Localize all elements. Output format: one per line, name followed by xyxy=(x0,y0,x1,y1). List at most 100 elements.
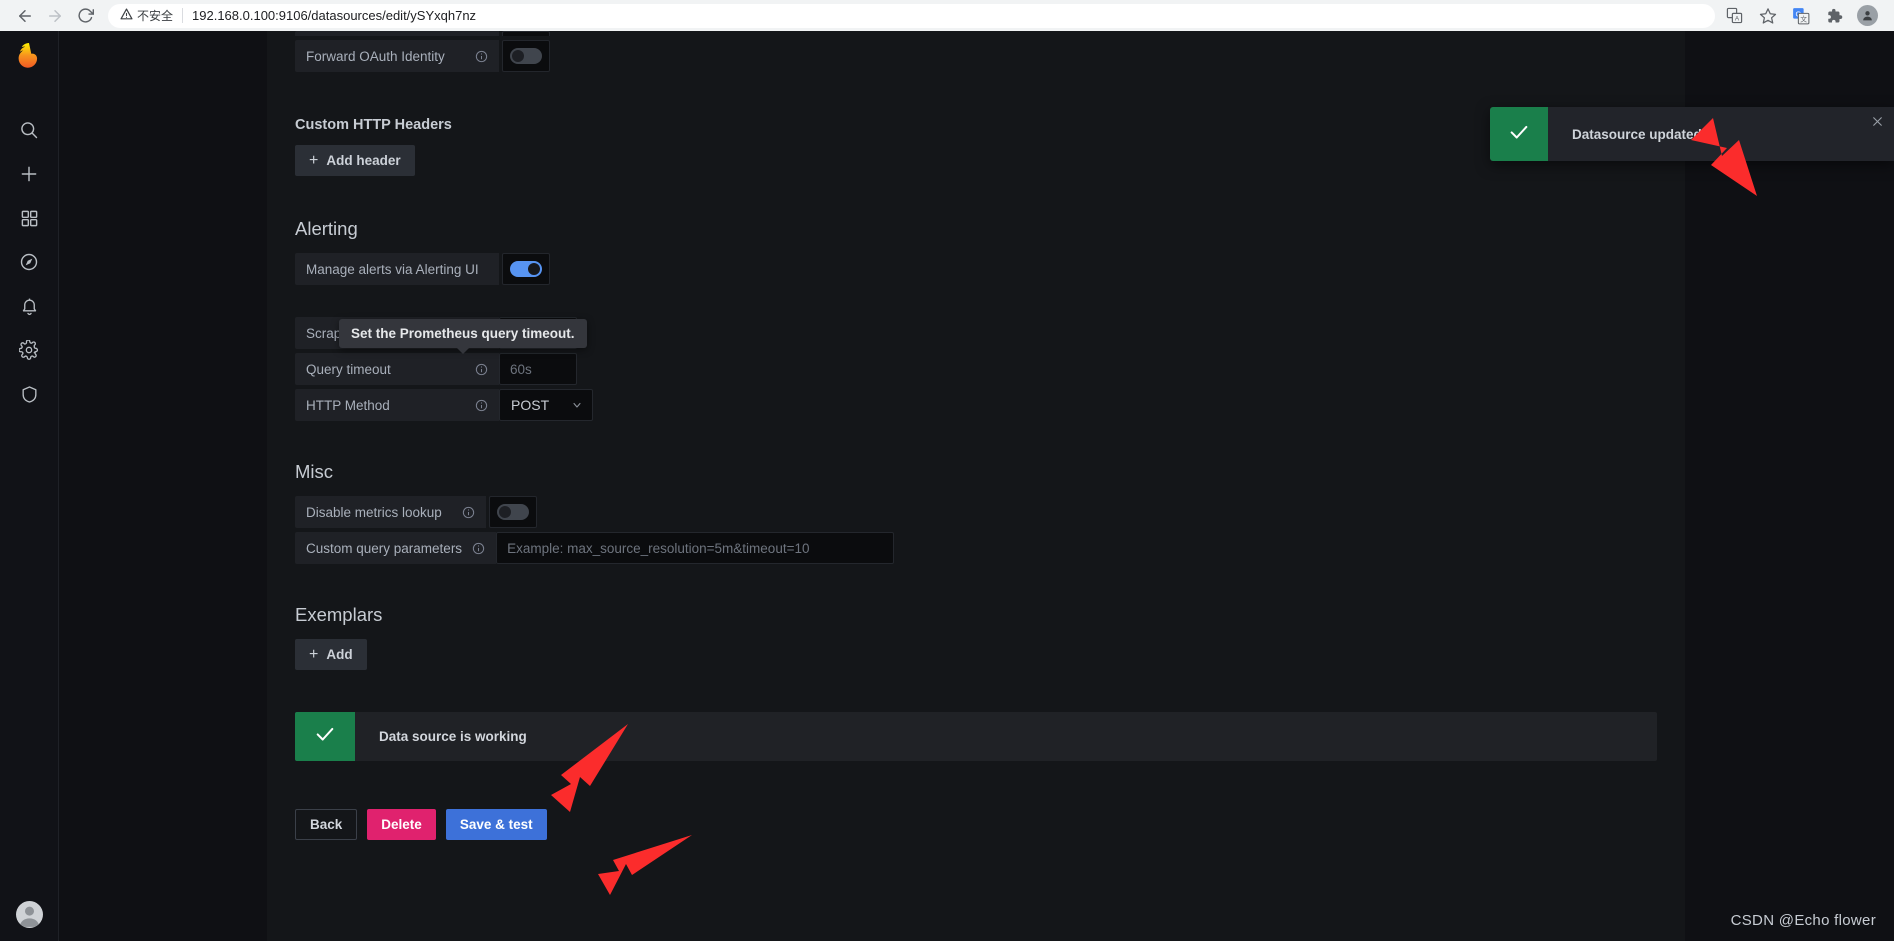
profile-avatar-icon[interactable] xyxy=(1857,5,1878,26)
check-icon xyxy=(314,723,336,750)
url-text[interactable]: 192.168.0.100:9106/datasources/edit/ySYx… xyxy=(192,8,476,23)
http-method-label: HTTP Method xyxy=(306,397,390,413)
grafana-logo-icon[interactable] xyxy=(15,43,43,78)
custom-query-parameters-label: Custom query parameters xyxy=(306,540,463,556)
user-avatar-icon[interactable] xyxy=(15,901,43,928)
toggle-switch-off xyxy=(510,48,542,64)
status-banner-text: Data source is working xyxy=(379,729,527,744)
sidebar-item-server-admin[interactable] xyxy=(0,372,59,416)
forward-oauth-label: Forward OAuth Identity xyxy=(306,48,445,64)
svg-text:A: A xyxy=(1735,15,1740,22)
custom-query-parameters-input[interactable]: Example: max_source_resolution=5m&timeou… xyxy=(496,532,895,564)
http-method-select[interactable]: POST xyxy=(499,389,593,421)
disable-metrics-lookup-label-cell: Disable metrics lookup xyxy=(295,496,486,528)
forward-arrow-icon xyxy=(46,7,64,25)
translate-page-icon[interactable]: A xyxy=(1725,6,1744,25)
sidebar xyxy=(0,31,59,941)
datasource-settings-panel: Forward OAuth Identity Custom HTTP Heade… xyxy=(267,31,1685,941)
manage-alerts-toggle[interactable] xyxy=(502,253,550,285)
reload-icon xyxy=(77,7,94,24)
sidebar-item-dashboards[interactable] xyxy=(0,196,59,240)
back-button[interactable] xyxy=(10,1,40,31)
add-header-button[interactable]: + Add header xyxy=(295,145,415,176)
info-icon[interactable] xyxy=(475,50,488,63)
check-icon xyxy=(1508,121,1530,148)
manage-alerts-row: Manage alerts via Alerting UI xyxy=(295,253,1657,285)
search-icon xyxy=(19,120,39,140)
custom-query-parameters-row: Custom query parameters Example: max_sou… xyxy=(295,532,1657,564)
toast-notification: Datasource updated xyxy=(1490,107,1894,161)
extensions-puzzle-icon[interactable] xyxy=(1824,6,1843,25)
http-method-row: HTTP Method POST xyxy=(295,389,1657,421)
security-warning[interactable]: 不安全 xyxy=(120,7,173,24)
manage-alerts-label: Manage alerts via Alerting UI xyxy=(306,261,479,277)
exemplars-heading: Exemplars xyxy=(295,604,383,625)
query-timeout-row: Query timeout 60s xyxy=(295,353,1657,385)
forward-oauth-label-cell: Forward OAuth Identity xyxy=(295,40,499,72)
omnibox-divider xyxy=(182,8,184,23)
google-translate-icon[interactable]: G文 xyxy=(1791,6,1810,25)
toast-success-icon-box xyxy=(1490,107,1548,161)
custom-http-headers-heading: Custom HTTP Headers xyxy=(295,117,452,133)
add-header-label: Add header xyxy=(326,153,401,168)
chevron-down-icon xyxy=(571,399,583,411)
disable-metrics-lookup-toggle[interactable] xyxy=(489,496,537,528)
sidebar-item-explore[interactable] xyxy=(0,240,59,284)
query-timeout-tooltip: Set the Prometheus query timeout. xyxy=(339,319,587,354)
grafana-app: Forward OAuth Identity Custom HTTP Heade… xyxy=(0,31,1894,941)
security-label: 不安全 xyxy=(137,9,174,23)
query-timeout-input[interactable]: 60s xyxy=(499,353,577,385)
browser-toolbar-icons: A G文 xyxy=(1725,5,1884,26)
toggle-knob xyxy=(528,263,540,275)
misc-section: Misc Disable metrics lookup Custom query… xyxy=(295,461,1657,564)
sidebar-item-create[interactable] xyxy=(0,152,59,196)
info-icon[interactable] xyxy=(475,399,488,412)
partial-field-row-top xyxy=(295,31,1657,36)
alerting-heading: Alerting xyxy=(295,218,358,239)
create-plus-icon xyxy=(19,164,39,184)
exemplars-section: Exemplars + Add xyxy=(295,604,1657,670)
dashboards-grid-icon xyxy=(20,209,39,228)
configuration-gear-icon xyxy=(19,340,39,360)
save-and-test-button[interactable]: Save & test xyxy=(445,809,547,840)
alerting-bell-icon xyxy=(20,297,39,316)
misc-heading: Misc xyxy=(295,461,334,482)
warning-triangle-icon xyxy=(120,7,133,24)
query-timeout-label: Query timeout xyxy=(306,361,391,377)
back-button[interactable]: Back xyxy=(295,809,358,840)
manage-alerts-label-cell: Manage alerts via Alerting UI xyxy=(295,253,499,285)
sidebar-item-configuration[interactable] xyxy=(0,328,59,372)
sidebar-item-search[interactable] xyxy=(0,108,59,152)
plus-icon: + xyxy=(309,151,319,169)
toast-message: Datasource updated xyxy=(1572,126,1702,142)
datasource-status-banner: Data source is working xyxy=(295,712,1657,761)
plus-icon: + xyxy=(309,645,319,663)
add-exemplar-button[interactable]: + Add xyxy=(295,639,367,670)
custom-http-headers-section: Custom HTTP Headers + Add header xyxy=(295,117,1657,176)
forward-oauth-toggle[interactable] xyxy=(502,40,550,72)
toggle-switch-on xyxy=(510,261,542,277)
address-bar[interactable]: 不安全 192.168.0.100:9106/datasources/edit/… xyxy=(108,3,1715,28)
disable-metrics-lookup-label: Disable metrics lookup xyxy=(306,504,442,520)
query-timeout-label-cell: Query timeout xyxy=(295,353,499,385)
toggle-knob xyxy=(499,506,511,518)
forward-button[interactable] xyxy=(40,1,70,31)
reload-button[interactable] xyxy=(70,1,100,31)
toggle-knob xyxy=(512,50,524,62)
info-icon[interactable] xyxy=(472,542,485,555)
bookmark-star-icon[interactable] xyxy=(1758,6,1777,25)
partial-field-label xyxy=(295,31,499,36)
forward-oauth-row: Forward OAuth Identity xyxy=(295,40,1657,72)
toggle-switch-off xyxy=(497,504,529,520)
query-options-section: Scrape interval Query timeout 60s xyxy=(295,317,1657,421)
info-icon[interactable] xyxy=(462,506,475,519)
http-method-value: POST xyxy=(511,397,550,413)
watermark-text: CSDN @Echo flower xyxy=(1730,912,1876,929)
disable-metrics-lookup-row: Disable metrics lookup xyxy=(295,496,1657,528)
close-icon[interactable] xyxy=(1860,107,1894,161)
sidebar-item-alerting[interactable] xyxy=(0,284,59,328)
svg-text:文: 文 xyxy=(1800,14,1807,23)
delete-button[interactable]: Delete xyxy=(367,809,436,840)
info-icon[interactable] xyxy=(475,363,488,376)
alerting-section: Alerting Manage alerts via Alerting UI xyxy=(295,218,1657,285)
